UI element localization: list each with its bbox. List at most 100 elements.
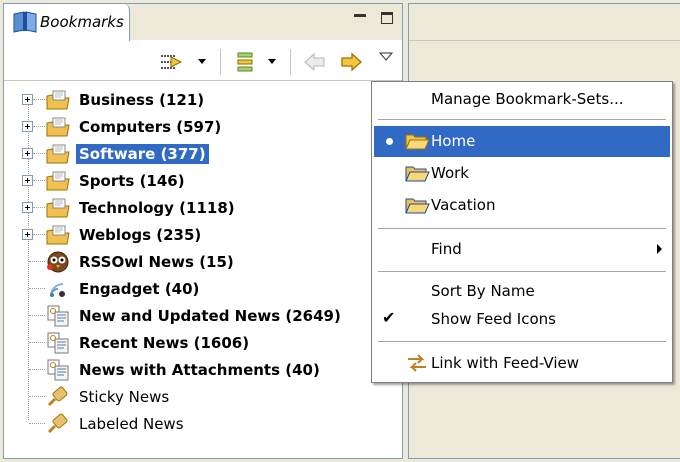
tree-connector [33,180,45,181]
menu-item-manage-bookmark-sets[interactable]: Manage Bookmark-Sets... [374,84,670,115]
expand-toggle[interactable] [22,148,33,159]
menu-item-link-with-feed-view[interactable]: Link with Feed-View [374,348,670,379]
expand-toggle[interactable] [22,175,33,186]
saved-search-icon [47,359,69,381]
news-bin-icon [47,386,68,407]
menu-item-label: Sort By Name [431,282,535,300]
tree-item-rssowl-news[interactable]: RSSOwl News (15) [4,249,402,276]
view-header: Bookmarks [4,4,402,41]
menu-item-label: Vacation [431,196,496,214]
tree-connector [33,153,45,154]
toolbar-separator [290,49,291,75]
expand-toggle[interactable] [22,94,33,105]
menu-item-label: Show Feed Icons [431,310,556,328]
layout-icon [237,52,253,72]
back-arrow-icon [304,52,325,72]
tree-item-label: New and Updated News (2649) [79,307,341,325]
menu-item-label: Find [431,240,462,258]
layout-button[interactable] [234,51,258,73]
checkmark-icon: ✔ [382,308,396,327]
submenu-arrow-icon [657,244,662,254]
tree-item-engadget[interactable]: Engadget (40) [4,276,402,303]
tree-item-sports[interactable]: Sports (146) [4,168,402,195]
tree-item-label: Sticky News [79,388,170,406]
maximize-button[interactable] [380,11,396,27]
tree-item-computers[interactable]: Computers (597) [4,114,402,141]
tree-item-labeled-news[interactable]: Labeled News [4,411,402,438]
bookmarks-tab-label: Bookmarks [40,13,124,31]
open-folder-icon [405,198,430,214]
layout-dropdown-arrow[interactable] [268,59,276,64]
bookmark-folder-icon [46,171,70,191]
expand-toggle[interactable] [22,229,33,240]
tree-item-new-and-updated-news[interactable]: New and Updated News (2649) [4,303,402,330]
bookmarks-book-icon [13,11,37,33]
open-folder-icon [405,134,430,150]
tree-connector [33,126,45,127]
saved-search-icon [47,305,69,327]
menu-separator [378,271,666,272]
tree-connector [33,99,45,100]
menu-separator [378,341,666,342]
filter-dropdown-arrow[interactable] [198,59,206,64]
minimize-button[interactable] [352,11,368,27]
tree-item-label: Business (121) [79,91,205,109]
tree-connector [29,423,45,424]
menu-item-label: Manage Bookmark-Sets... [431,90,624,108]
feed-icon [50,283,65,297]
tree-item-label: News with Attachments (40) [79,361,320,379]
tree-item-label: Labeled News [79,415,184,433]
bookmark-folder-icon [46,225,70,245]
tree-connector [33,234,45,235]
tree-item-business[interactable]: Business (121) [4,87,402,114]
tree-item-label: Weblogs (235) [79,226,202,244]
tree-item-label: RSSOwl News (15) [79,253,234,271]
feed-view-header [409,4,680,41]
menu-separator [378,228,666,229]
tree-connector [29,369,45,370]
toolbar-separator [220,49,221,75]
rssowl-owl-icon [47,251,69,273]
menu-item-label: Link with Feed-View [431,354,579,372]
view-popup-menu: Manage Bookmark-Sets... Home Work Vacati… [371,81,673,383]
tree-connector [29,261,45,262]
menu-item-find[interactable]: Find [374,234,670,265]
back-button[interactable] [302,51,328,73]
tree-item-label: Sports (146) [79,172,185,190]
tree-item-label: Computers (597) [79,118,222,136]
bookmarks-tab[interactable]: Bookmarks [4,4,130,41]
tree-item-recent-news[interactable]: Recent News (1606) [4,330,402,357]
bookmarks-view: Bookmarks Business (121) Computers (597)… [3,3,403,459]
open-folder-icon [405,166,430,182]
menu-item-show-feed-icons[interactable]: ✔ Show Feed Icons [374,304,670,335]
tree-item-label: Engadget (40) [79,280,200,298]
menu-separator [378,119,666,120]
expand-toggle[interactable] [22,121,33,132]
menu-item-label: Home [431,132,476,150]
tree-item-technology[interactable]: Technology (1118) [4,195,402,222]
tree-item-label: Software (377) [76,144,209,164]
tree-item-news-with-attachments[interactable]: News with Attachments (40) [4,357,402,384]
expand-toggle[interactable] [22,202,33,213]
saved-search-icon [47,332,69,354]
tree-item-weblogs[interactable]: Weblogs (235) [4,222,402,249]
tree-item-software[interactable]: Software (377) [4,141,402,168]
menu-item-sort-by-name[interactable]: Sort By Name [374,276,670,307]
filter-icon [161,55,183,69]
view-menu-button[interactable] [378,50,394,72]
forward-arrow-icon [341,52,362,72]
forward-button[interactable] [338,51,364,73]
tree-connector [29,288,45,289]
tree-connector [29,315,45,316]
tree-item-sticky-news[interactable]: Sticky News [4,384,402,411]
news-bin-icon [47,413,68,434]
bookmark-folder-icon [46,198,70,218]
filter-button[interactable] [159,51,185,73]
link-arrows-icon [408,354,426,372]
menu-item-set-home[interactable]: Home [374,126,670,157]
bookmarks-toolbar [4,41,402,81]
menu-item-set-work[interactable]: Work [374,158,670,189]
tree-item-label: Technology (1118) [79,199,235,217]
radio-bullet-icon [386,138,393,145]
menu-item-set-vacation[interactable]: Vacation [374,190,670,221]
